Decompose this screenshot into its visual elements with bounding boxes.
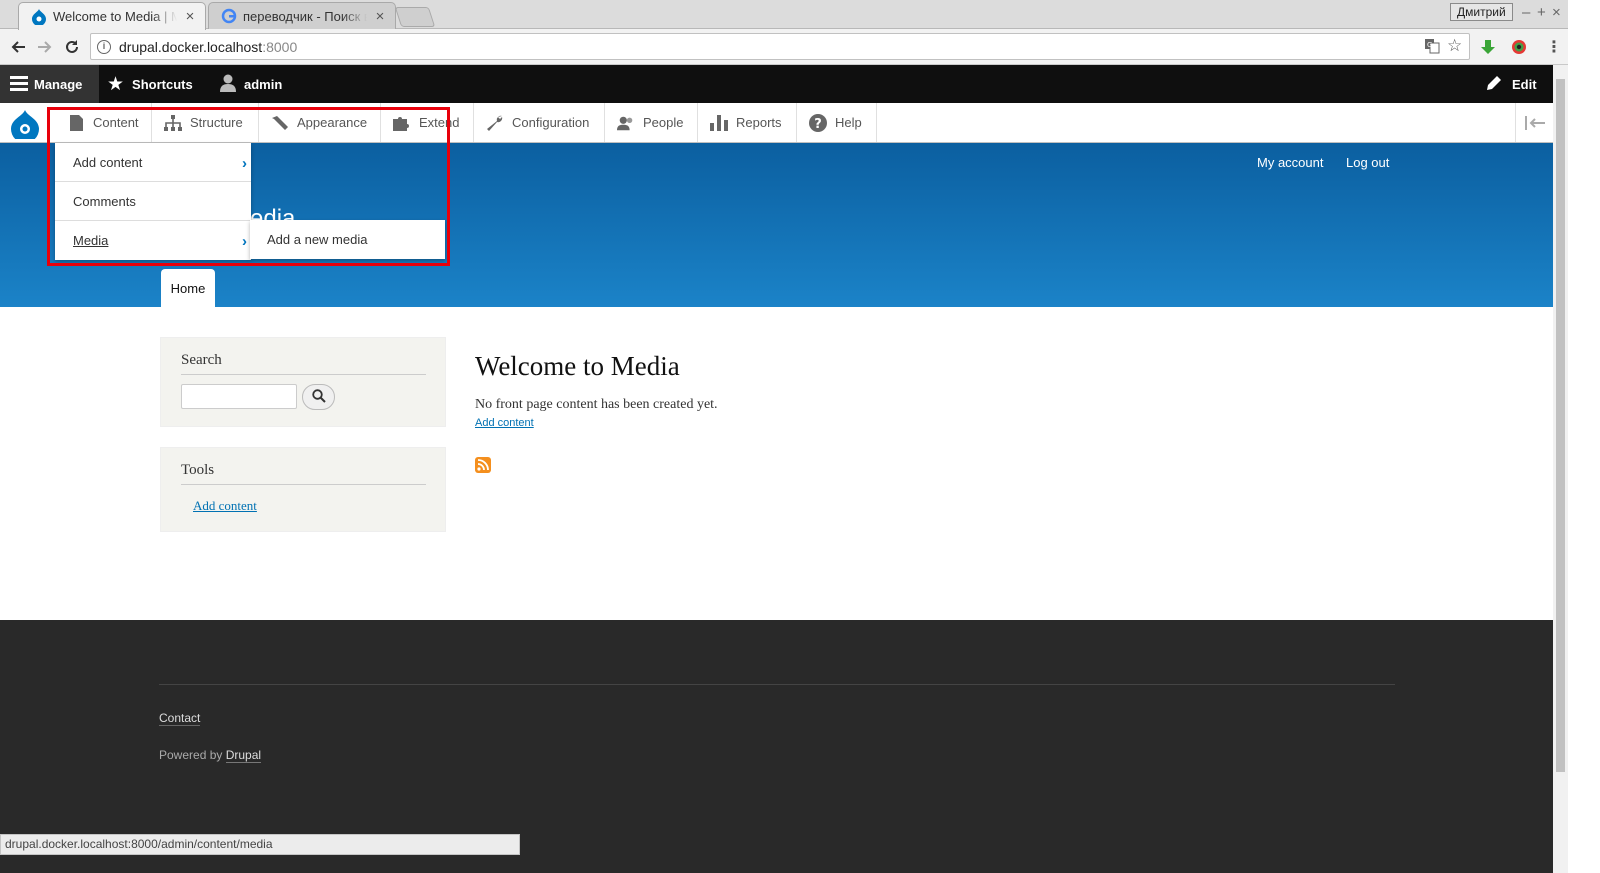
maximize-icon[interactable]: + [1537,4,1546,21]
search-button[interactable] [302,384,335,410]
manage-button[interactable]: Manage [0,65,99,103]
divider [181,484,426,485]
shortcuts-label: Shortcuts [132,76,193,92]
star-icon: ★ [107,73,125,95]
bookmark-star-icon[interactable]: ☆ [1447,36,1462,56]
my-account-link[interactable]: My account [1257,155,1323,170]
tray-label: People [643,115,684,130]
pencil-icon [1486,74,1503,94]
search-input[interactable] [181,384,297,409]
svg-text:G: G [1427,41,1432,49]
scrollbar-thumb[interactable] [1556,79,1565,772]
drupal-link[interactable]: Drupal [225,748,262,763]
help-icon: ? [809,113,827,132]
profile-button[interactable]: Дмитрий [1450,3,1513,21]
contact-link[interactable]: Contact [159,711,201,726]
tab-title: переводчик - Поиск в [243,8,367,24]
google-favicon-icon [221,8,237,24]
reload-icon[interactable] [59,34,85,60]
wrench-icon [486,114,504,132]
svg-text:?: ? [814,117,822,132]
info-icon[interactable]: i [97,39,111,54]
close-tab-icon[interactable]: × [373,8,387,25]
minimize-icon[interactable]: – [1522,4,1530,21]
hamburger-icon [10,75,28,94]
tools-block-title: Tools [181,462,215,478]
translate-icon[interactable]: G [1424,38,1440,57]
browser-tab[interactable]: переводчик - Поиск в × [208,2,396,29]
search-block-title: Search [181,352,222,368]
orientation-toggle-icon[interactable] [1515,103,1553,142]
empty-message: No front page content has been created y… [475,397,718,412]
highlight-annotation-box [47,107,450,266]
browser-toolbar: i drupal.docker.localhost:8000 G ☆ ⋮ [0,29,1600,65]
close-window-icon[interactable]: × [1552,4,1561,21]
browser-tab-strip: Welcome to Media | Me × переводчик - Пои… [0,0,1600,30]
url-port: :8000 [262,38,298,55]
link-status-bar: drupal.docker.localhost:8000/admin/conte… [0,834,520,855]
close-tab-icon[interactable]: × [183,8,197,25]
tray-item-people[interactable]: People [605,103,698,142]
window-edge [1568,0,1600,873]
admin-toolbar: Manage ★ Shortcuts admin Edit [0,65,1553,103]
tray-item-reports[interactable]: Reports [698,103,797,142]
shortcuts-button[interactable]: ★ Shortcuts [107,65,193,103]
drupal-favicon-icon [31,8,47,25]
tools-block: Tools Add content [160,447,446,532]
tools-add-content-link[interactable]: Add content [193,498,257,514]
address-bar[interactable]: i drupal.docker.localhost:8000 G ☆ [90,33,1470,60]
tray-label: Reports [736,115,782,130]
tray-item-configuration[interactable]: Configuration [474,103,605,142]
forward-icon[interactable] [32,34,58,60]
new-tab-button[interactable] [394,7,436,27]
extension-download-icon[interactable] [1477,36,1499,58]
search-block: Search [160,337,446,427]
user-button[interactable]: admin [220,65,282,103]
drupal-logo-icon[interactable] [10,109,40,143]
tray-item-help[interactable]: ? Help [797,103,877,142]
url-host: drupal.docker.localhost [119,38,263,55]
tray-label: Configuration [512,115,590,130]
divider [181,374,426,375]
extension-color-icon[interactable] [1508,36,1530,58]
main-add-content-link[interactable]: Add content [475,417,534,429]
powered-by-prefix: Powered by [159,748,226,762]
user-icon [220,74,236,95]
user-label: admin [244,76,283,92]
footer-divider [159,684,1395,685]
search-icon [311,388,326,406]
browser-menu-icon[interactable]: ⋮ [1543,36,1565,58]
tray-label: Help [835,115,862,130]
back-icon[interactable] [5,34,31,60]
home-tab[interactable]: Home [161,269,215,307]
powered-by-text: Powered by Drupal [159,748,262,763]
edit-button[interactable]: Edit [1486,65,1537,103]
bar-chart-icon [710,114,728,132]
rss-feed-icon[interactable] [475,457,491,476]
log-out-link[interactable]: Log out [1346,155,1389,170]
people-icon [617,114,635,132]
page-title: Welcome to Media [475,351,680,381]
manage-label: Manage [34,76,83,92]
vertical-scrollbar[interactable] [1553,65,1568,873]
tab-title: Welcome to Media | Me [53,9,177,24]
edit-label: Edit [1512,76,1537,92]
browser-tab-active[interactable]: Welcome to Media | Me × [18,2,206,30]
